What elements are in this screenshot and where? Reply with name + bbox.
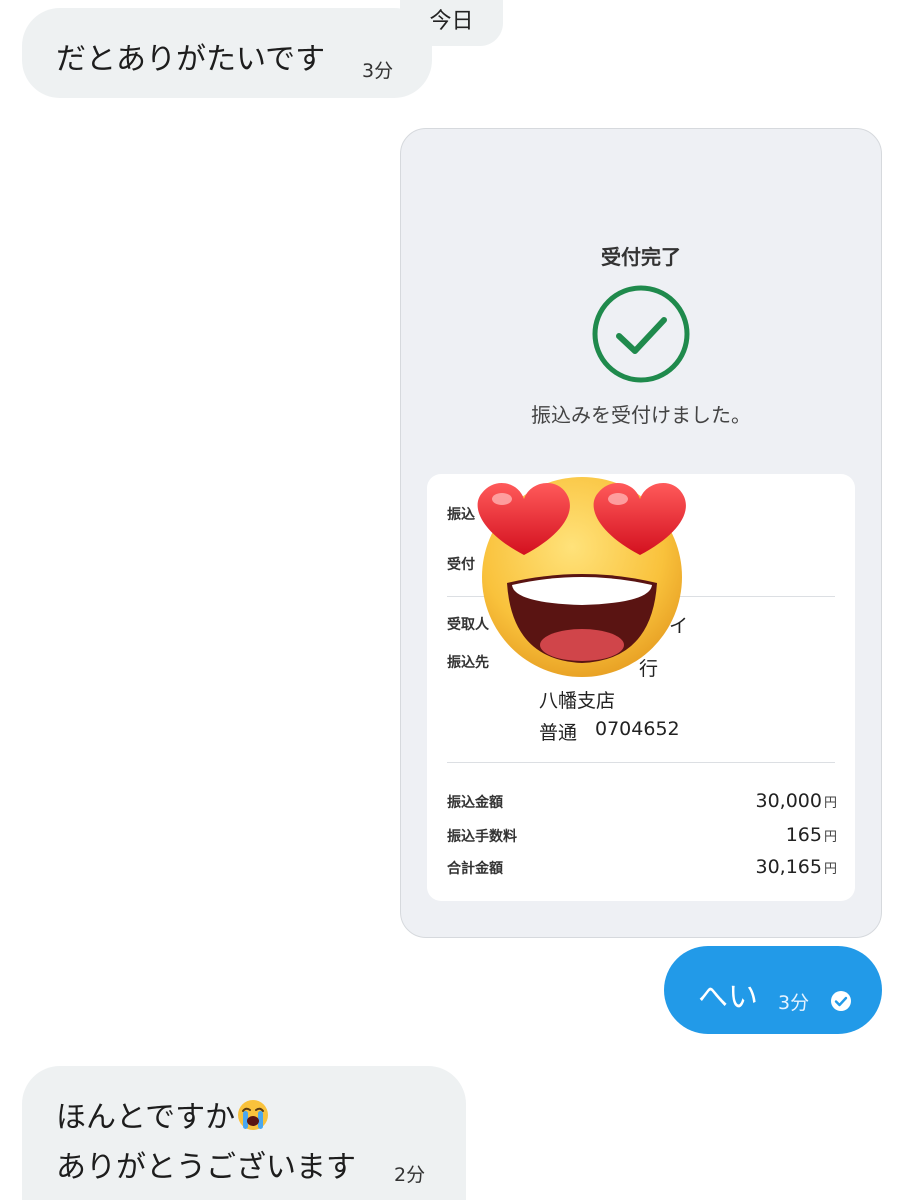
message-text-line: ほんとですか (56, 1092, 269, 1136)
crying-face-emoji (238, 1100, 269, 1130)
receipt-title: 受付完了 (601, 245, 681, 269)
message-bubble-incoming[interactable]: だとありがたいです 3分 (22, 8, 432, 98)
message-text: ありがとうございます (56, 1150, 356, 1185)
message-time: 3分 (362, 60, 394, 82)
message-text: だとありがたいです (56, 42, 326, 77)
message-time: 2分 (394, 1164, 426, 1186)
message-text: へい (698, 980, 758, 1015)
destination-account-number: 0704652 (595, 718, 680, 740)
heart-eyes-emoji (477, 477, 686, 677)
yen-unit: 円 (823, 796, 837, 811)
label-fee: 振込手数料 (447, 829, 517, 845)
message-bubble-incoming[interactable]: ほんとですか ありがとうございます 2分 (22, 1066, 466, 1200)
yen-unit: 円 (823, 830, 837, 845)
fee-number: 165 (785, 824, 822, 846)
amount-number: 30,000 (755, 790, 822, 812)
check-circle-icon (592, 285, 690, 383)
destination-account-type: 普通 (539, 722, 578, 744)
destination-branch: 八幡支店 (539, 690, 616, 712)
fee-value: 165 円 (786, 824, 837, 846)
amount-value: 30,000 円 (756, 790, 838, 812)
message-text: ほんとですか (56, 1100, 236, 1135)
label-amount: 振込金額 (447, 795, 503, 811)
divider (447, 762, 835, 763)
message-time: 3分 (778, 992, 810, 1014)
message-bubble-outgoing[interactable]: へい 3分 (664, 946, 882, 1034)
total-number: 30,165 (755, 856, 822, 878)
yen-unit: 円 (823, 862, 837, 877)
label-total: 合計金額 (447, 861, 503, 877)
total-value: 30,165 円 (756, 856, 838, 878)
receipt-subtitle: 振込みを受付けました。 (531, 403, 751, 427)
read-check-icon (831, 991, 851, 1011)
